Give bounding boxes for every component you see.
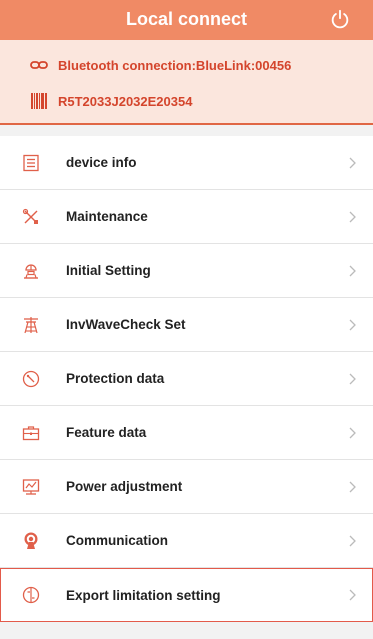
menu-item-communication[interactable]: Communication bbox=[0, 514, 373, 568]
link-icon bbox=[30, 56, 48, 74]
meter-icon bbox=[21, 585, 41, 605]
menu-item-label: Communication bbox=[66, 533, 169, 548]
chevron-right-icon bbox=[349, 535, 356, 546]
menu-item-maintenance[interactable]: Maintenance bbox=[0, 190, 373, 244]
menu-item-label: Maintenance bbox=[66, 209, 148, 224]
tools-icon bbox=[21, 207, 41, 227]
menu-item-initial-setting[interactable]: Initial Setting bbox=[0, 244, 373, 298]
chevron-right-icon bbox=[349, 157, 356, 168]
installer-icon bbox=[21, 261, 41, 281]
page-title: Local connect bbox=[125, 9, 248, 29]
menu-item-protection-data[interactable]: Protection data bbox=[0, 352, 373, 406]
document-list-icon bbox=[21, 153, 41, 173]
title-bar: Local connect bbox=[0, 0, 373, 40]
protection-icon bbox=[21, 369, 41, 389]
app-screen: Local connect Bluetooth connection:BlueL… bbox=[0, 0, 373, 639]
settings-menu: device info Maintenance Initial Setting … bbox=[0, 136, 373, 622]
menu-item-power-adjustment[interactable]: Power adjustment bbox=[0, 460, 373, 514]
menu-item-device-info[interactable]: device info bbox=[0, 136, 373, 190]
tower-icon bbox=[21, 315, 41, 335]
menu-item-label: device info bbox=[66, 155, 137, 170]
menu-item-label: Initial Setting bbox=[66, 263, 151, 278]
bluetooth-connection-text: Bluetooth connection:BlueLink:00456 bbox=[58, 57, 292, 73]
serial-number: R5T2033J2032E20354 bbox=[58, 93, 193, 109]
chevron-right-icon bbox=[349, 589, 356, 601]
chevron-right-icon bbox=[349, 211, 356, 222]
chevron-right-icon bbox=[349, 319, 356, 330]
chevron-right-icon bbox=[349, 373, 356, 384]
bluetooth-row: Bluetooth connection:BlueLink:00456 bbox=[30, 54, 373, 76]
toolbox-icon bbox=[21, 423, 41, 443]
barcode-icon bbox=[30, 92, 48, 110]
menu-item-label: InvWaveCheck Set bbox=[66, 317, 186, 332]
chevron-right-icon bbox=[349, 427, 356, 438]
menu-item-label: Protection data bbox=[66, 371, 165, 386]
signal-icon bbox=[21, 531, 41, 551]
menu-item-label: Power adjustment bbox=[66, 479, 183, 494]
menu-item-label: Export limitation setting bbox=[66, 587, 221, 603]
serial-row: R5T2033J2032E20354 bbox=[30, 90, 373, 112]
power-icon[interactable] bbox=[329, 8, 351, 30]
chevron-right-icon bbox=[349, 481, 356, 492]
menu-item-feature-data[interactable]: Feature data bbox=[0, 406, 373, 460]
menu-item-label: Feature data bbox=[66, 425, 147, 440]
menu-item-export-limitation-setting[interactable]: Export limitation setting bbox=[0, 568, 373, 622]
menu-item-invwavecheck-set[interactable]: InvWaveCheck Set bbox=[0, 298, 373, 352]
monitor-chart-icon bbox=[21, 477, 41, 497]
chevron-right-icon bbox=[349, 265, 356, 276]
connection-info-panel: Bluetooth connection:BlueLink:00456 R5T2… bbox=[0, 40, 373, 125]
